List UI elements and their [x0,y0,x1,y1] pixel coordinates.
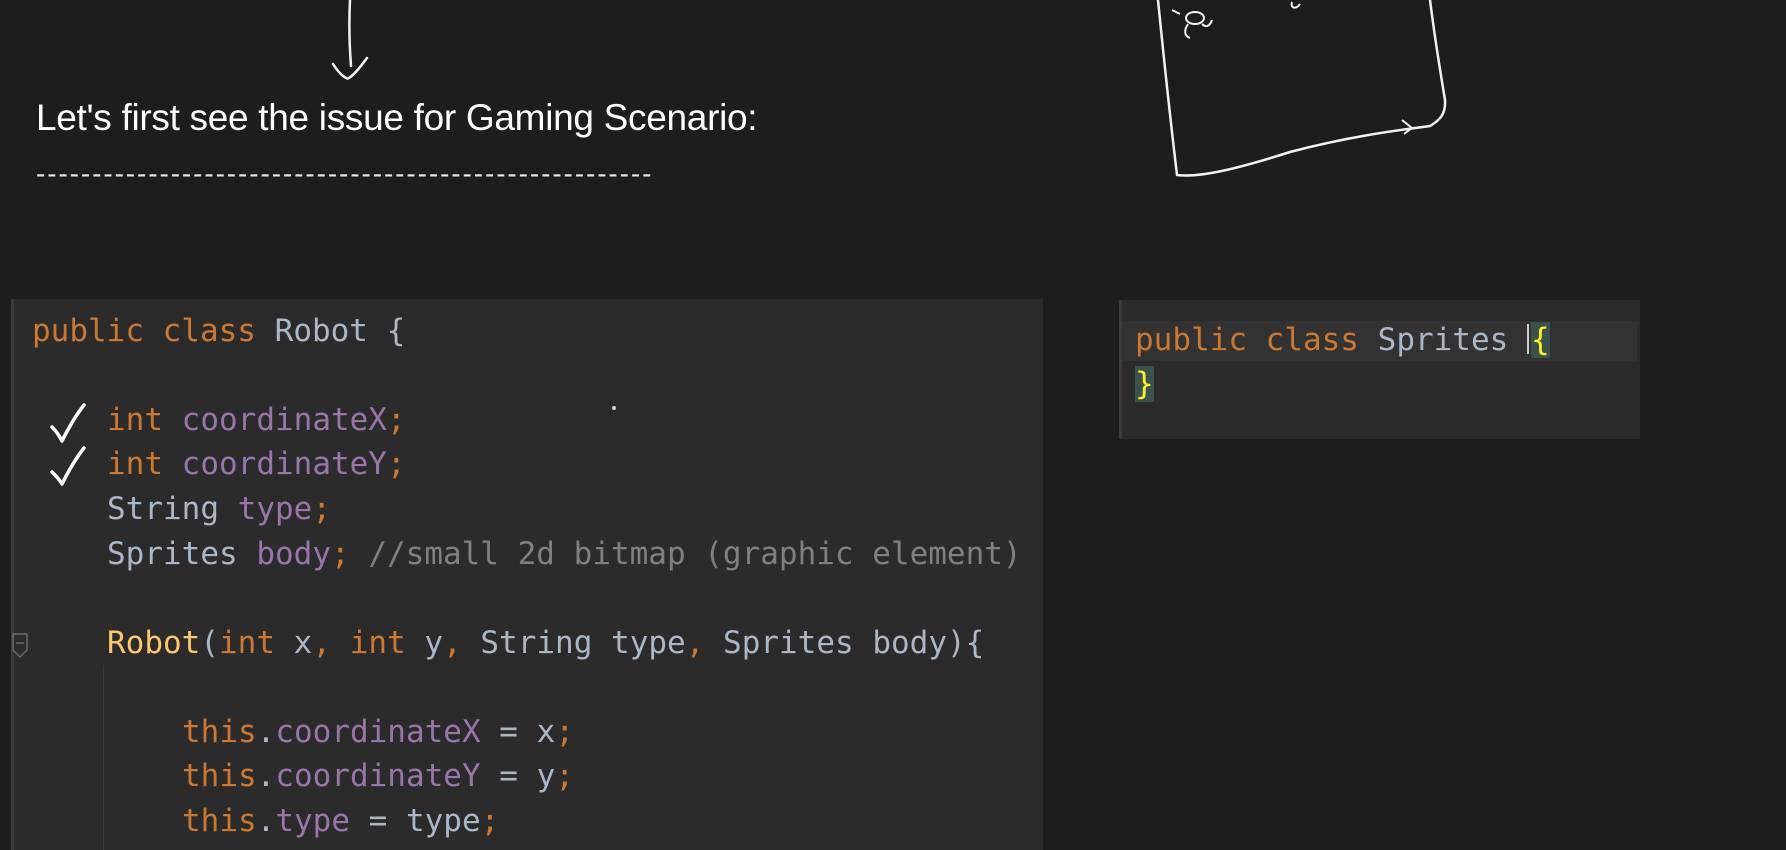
param-type-int: int [349,625,406,661]
checkmark-icon [50,403,86,443]
code-line-assign-x: this.coordinateX = x; [182,714,574,750]
class-name: Robot [274,313,368,349]
semicolon: ; [312,491,331,527]
semicolon: ; [386,402,406,438]
semicolon: ; [330,536,350,572]
field-coordinate-x: coordinateX [275,714,481,750]
comma: , [312,625,332,661]
param-type-string: String [480,625,593,661]
dot: . [256,758,276,794]
code-line-field-body: Sprites body; //small 2d bitmap (graphic… [107,536,1022,572]
semicolon: ; [386,446,406,482]
param-y: y [424,625,444,661]
field-body: body [256,536,331,572]
code-line-sprites-decl: public class Sprites { [1135,322,1550,358]
keyword-class: class [1265,322,1359,358]
close-brace-highlighted: } [1135,366,1154,402]
field-coordinate-y: coordinateY [181,446,387,482]
type-int: int [107,446,163,482]
assign-op: = [480,714,537,750]
type-int: int [107,402,163,438]
indent-guide [103,665,104,850]
open-brace: { [386,313,406,349]
dot: . [256,714,276,750]
text-caret [1526,324,1529,354]
code-line-field-type: String type; [107,491,331,527]
fold-marker-icon[interactable] [11,632,29,660]
pen-dot [612,406,616,410]
code-line-sprites-close: } [1135,366,1154,402]
hand-drawn-arrow [331,0,369,80]
this-keyword: this [182,803,257,839]
semicolon: ; [480,803,500,839]
semicolon: ; [555,714,574,750]
constructor-name: Robot [107,625,201,661]
code-line-class-decl: public class Robot { [32,313,405,349]
value-type: type [405,803,481,839]
code-line-constructor: Robot(int x, int y, String type, Sprites… [107,625,984,661]
hand-drawn-robot-sketch [1156,0,1447,177]
code-line-assign-type: this.type = type; [182,803,499,839]
class-name: Sprites [1377,322,1509,358]
code-line-field-y: int coordinateY; [107,446,406,482]
param-type-sprites: Sprites [723,625,854,661]
notes-divider: ----------------------------------------… [36,158,654,189]
this-keyword: this [182,714,257,750]
open-paren: ( [200,625,219,661]
dot: . [256,803,276,839]
code-comment: //small 2d bitmap (graphic element) [368,536,1022,572]
comma: , [443,625,462,661]
param-body: body [872,625,948,661]
semicolon: ; [555,758,574,794]
type-sprites: Sprites [107,536,238,572]
keyword-public: public [32,313,144,349]
notes-heading: Let's first see the issue for Gaming Sce… [36,97,758,138]
this-keyword: this [182,758,257,794]
checkmark-icon [50,446,86,486]
param-x: x [293,625,313,661]
field-type: type [275,803,350,839]
code-line-field-x: int coordinateX; [107,402,406,438]
close-paren-brace: ){ [947,625,985,661]
param-type: type [611,625,686,661]
field-coordinate-x: coordinateX [181,402,387,438]
whiteboard-canvas: Let's first see the issue for Gaming Sce… [0,0,1786,850]
type-string: String [107,491,219,527]
assign-op: = [480,758,537,794]
value-y: y [536,758,556,794]
keyword-public: public [1135,322,1247,358]
field-type: type [237,491,313,527]
comma: , [685,625,705,661]
value-x: x [536,714,556,750]
param-type-int: int [219,625,275,661]
assign-op: = [349,803,406,839]
code-line-assign-y: this.coordinateY = y; [182,758,574,794]
open-brace-highlighted: { [1530,322,1550,358]
keyword-class: class [162,313,256,349]
field-coordinate-y: coordinateY [275,758,481,794]
